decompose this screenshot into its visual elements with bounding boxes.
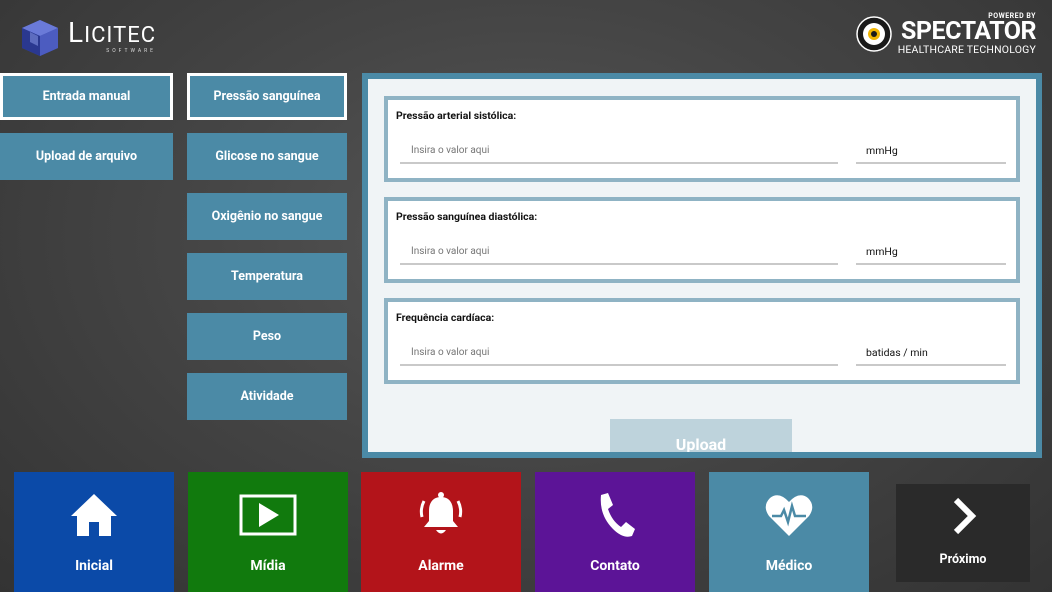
heart-pulse-icon (765, 495, 813, 536)
midia-tile[interactable]: Mídia (188, 472, 348, 592)
systolic-input[interactable] (400, 138, 838, 164)
systolic-title: Pressão arterial sistólica: (396, 109, 517, 122)
glicose-button[interactable]: Glicose no sangue (187, 133, 347, 180)
diastolic-title: Pressão sanguínea diastólica: (396, 210, 538, 223)
peso-label: Peso (252, 329, 282, 344)
licitec-logo: LICITEC SOFTWARE (18, 16, 156, 60)
spectator-tagline: HEALTHCARE TECHNOLOGY (897, 43, 1036, 56)
upload-arquivo-label: Upload de arquivo (35, 149, 138, 164)
entrada-manual-button[interactable]: Entrada manual (0, 73, 173, 120)
proximo-label: Próximo (939, 552, 987, 567)
heart-rate-card: Frequência cardíaca: batidas / min (384, 298, 1020, 384)
heart-rate-title: Frequência cardíaca: (396, 311, 495, 324)
media-play-icon (239, 494, 297, 536)
measurement-form-panel: Pressão arterial sistólica: mmHg Pressão… (362, 73, 1042, 458)
licitec-subtitle: SOFTWARE (106, 48, 157, 54)
licitec-wordmark: LICITEC (68, 16, 157, 49)
oxigenio-button[interactable]: Oxigênio no sangue (187, 193, 347, 240)
temperatura-button[interactable]: Temperatura (187, 253, 347, 300)
alarme-tile[interactable]: Alarme (361, 472, 521, 592)
heart-rate-unit: batidas / min (856, 340, 1006, 366)
inicial-tile[interactable]: Inicial (14, 472, 174, 592)
atividade-button[interactable]: Atividade (187, 373, 347, 420)
home-icon (71, 494, 117, 536)
medico-label: Médico (765, 558, 813, 574)
contato-tile[interactable]: Contato (535, 472, 695, 592)
glicose-label: Glicose no sangue (215, 149, 319, 164)
cube-logo-icon (22, 20, 58, 56)
chevron-right-icon (953, 497, 977, 535)
pressao-sanguinea-label: Pressão sanguínea (213, 89, 321, 104)
atividade-label: Atividade (240, 389, 294, 404)
pressao-sanguinea-button[interactable]: Pressão sanguínea (187, 73, 347, 120)
diastolic-unit: mmHg (856, 239, 1006, 265)
midia-label: Mídia (250, 558, 286, 574)
alarme-label: Alarme (418, 558, 464, 574)
systolic-card: Pressão arterial sistólica: mmHg (384, 96, 1020, 182)
upload-label: Upload (675, 435, 727, 454)
temperatura-label: Temperatura (231, 269, 303, 284)
inicial-label: Inicial (75, 558, 113, 574)
upload-arquivo-button[interactable]: Upload de arquivo (0, 133, 173, 180)
phone-icon (600, 493, 635, 537)
heart-rate-input[interactable] (400, 340, 838, 366)
spectator-brand: SPECTATOR (901, 17, 1036, 46)
diastolic-card: Pressão sanguínea diastólica: mmHg (384, 197, 1020, 283)
upload-button[interactable]: Upload (610, 419, 792, 454)
bell-icon (419, 492, 463, 534)
oxigenio-label: Oxigênio no sangue (211, 209, 323, 224)
diastolic-input[interactable] (400, 239, 838, 265)
entrada-manual-label: Entrada manual (42, 89, 131, 104)
medico-tile[interactable]: Médico (709, 472, 869, 592)
contato-label: Contato (590, 558, 640, 574)
peso-button[interactable]: Peso (187, 313, 347, 360)
systolic-unit: mmHg (856, 138, 1006, 164)
proximo-button[interactable]: Próximo (896, 484, 1030, 582)
spectator-logo: POWERED BY SPECTATOR HEALTHCARE TECHNOLO… (855, 12, 1036, 56)
spectator-badge-icon (855, 16, 892, 52)
